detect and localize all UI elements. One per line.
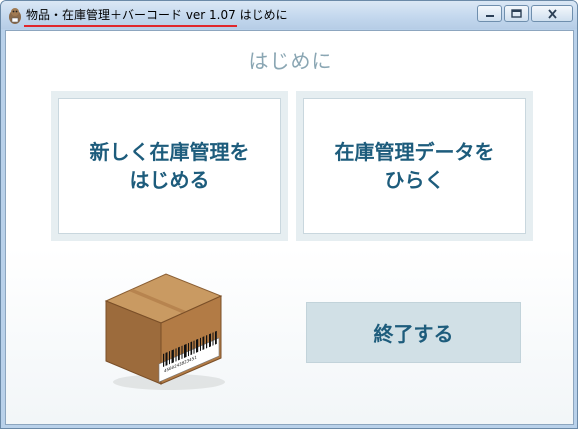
- minimize-button[interactable]: [477, 5, 502, 22]
- app-icon: [9, 8, 21, 24]
- minimize-icon: [485, 14, 494, 17]
- exit-label: 終了する: [373, 322, 454, 346]
- new-inventory-label: 新しく在庫管理を はじめる: [89, 140, 250, 192]
- window-title: 物品・在庫管理＋バーコード ver 1.07 はじめに: [26, 8, 288, 22]
- new-inventory-button-face[interactable]: 新しく在庫管理を はじめる: [58, 98, 281, 234]
- open-data-label: 在庫管理データを ひらく: [334, 140, 495, 192]
- app-window: 物品・在庫管理＋バーコード ver 1.07 はじめに はじめに 新しく在庫管理…: [0, 0, 578, 429]
- maximize-button[interactable]: [504, 5, 529, 22]
- title-bar[interactable]: 物品・在庫管理＋バーコード ver 1.07 はじめに: [1, 1, 577, 29]
- open-data-button-face[interactable]: 在庫管理データを ひらく: [303, 98, 526, 234]
- open-data-button[interactable]: 在庫管理データを ひらく: [296, 91, 533, 241]
- close-icon: [547, 8, 557, 19]
- maximize-icon: [511, 9, 522, 18]
- main-content: はじめに 新しく在庫管理を はじめる 在庫管理データを ひらく 45602438…: [5, 30, 574, 425]
- window-controls: [477, 5, 573, 23]
- new-inventory-button[interactable]: 新しく在庫管理を はじめる: [51, 91, 288, 241]
- title-underline: [24, 25, 237, 27]
- cardboard-box-illustration: 4560243823451: [104, 273, 225, 390]
- close-button[interactable]: [531, 5, 573, 22]
- page-title: はじめに: [248, 49, 333, 73]
- exit-button[interactable]: 終了する: [306, 302, 521, 363]
